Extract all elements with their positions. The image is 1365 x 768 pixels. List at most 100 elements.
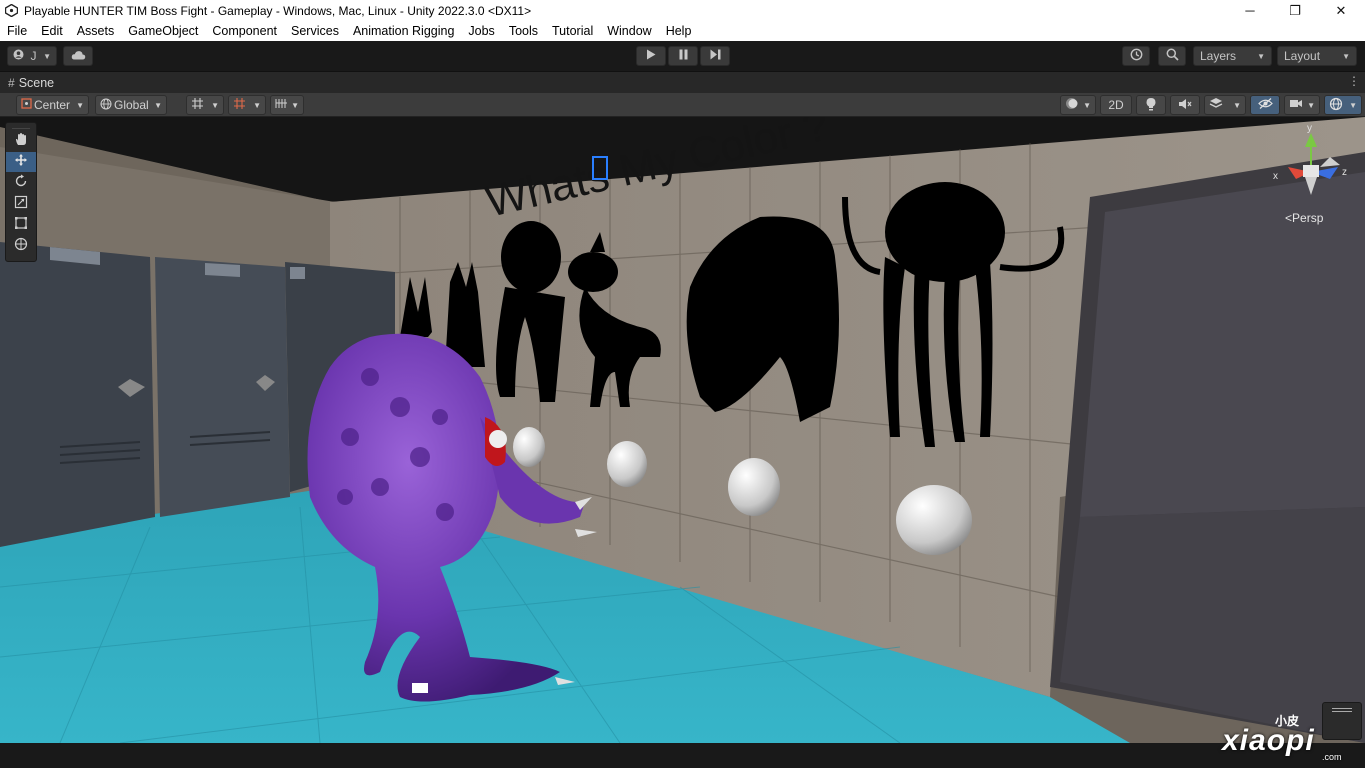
- close-button[interactable]: ✕: [1318, 0, 1364, 21]
- pause-icon: [679, 49, 688, 63]
- chevron-down-icon: ▼: [154, 100, 162, 110]
- pivot-icon: [21, 98, 32, 112]
- cloud-button[interactable]: [63, 46, 93, 66]
- snap-settings-dropdown[interactable]: ▼: [270, 95, 304, 115]
- overlay-menu-button[interactable]: [1322, 702, 1362, 740]
- menu-edit[interactable]: Edit: [34, 21, 70, 41]
- chevron-down-icon: ▼: [253, 100, 261, 110]
- rotate-tool-button[interactable]: [6, 173, 36, 193]
- globe-icon: [100, 98, 112, 113]
- grid-snap-icon: [191, 97, 204, 113]
- increment-snap-dropdown[interactable]: ▼: [228, 95, 266, 115]
- menu-file[interactable]: File: [0, 21, 34, 41]
- tool-palette-handle[interactable]: [12, 123, 30, 129]
- scene-visibility-toggle[interactable]: [1250, 95, 1280, 115]
- history-icon: [1130, 48, 1143, 64]
- menu-gameobject[interactable]: GameObject: [121, 21, 205, 41]
- play-icon: [646, 49, 656, 63]
- hand-tool-icon: [14, 132, 28, 151]
- egg-object[interactable]: [607, 441, 647, 487]
- projection-toggle[interactable]: <Persp: [1285, 211, 1323, 225]
- scene-tab-bar: # Scene ⋮: [0, 72, 1365, 93]
- status-bar: [0, 743, 1365, 768]
- scene-viewport[interactable]: Whats My Color ? y x z: [0, 117, 1365, 743]
- move-tool-button[interactable]: [6, 152, 36, 172]
- layout-label: Layout: [1284, 49, 1321, 63]
- account-dropdown[interactable]: J ▼: [7, 46, 57, 66]
- menu-services[interactable]: Services: [284, 21, 346, 41]
- step-button[interactable]: [700, 46, 730, 66]
- watermark-logo: xiaopi: [1222, 724, 1315, 757]
- title-bar: Playable HUNTER TIM Boss Fight - Gamepla…: [0, 0, 1365, 21]
- projection-label: Persp: [1292, 211, 1324, 225]
- egg-object[interactable]: [728, 458, 780, 516]
- camera-icon: [1289, 98, 1303, 112]
- search-button[interactable]: [1158, 46, 1186, 66]
- menu-help[interactable]: Help: [659, 21, 699, 41]
- menu-assets[interactable]: Assets: [70, 21, 122, 41]
- minimize-button[interactable]: ─: [1227, 0, 1273, 21]
- scene-toolbar: Center ▼ Global ▼ ▼ ▼ ▼ ▼ 2D ▼ ▼ ▼: [0, 93, 1365, 117]
- gizmo-globe-icon: [1329, 97, 1343, 114]
- pivot-label: Center: [34, 98, 71, 112]
- pivot-mode-dropdown[interactable]: Center ▼: [16, 95, 89, 115]
- chevron-down-icon: ▼: [1233, 100, 1241, 110]
- chevron-down-icon: ▼: [1349, 100, 1357, 110]
- menu-bar: File Edit Assets GameObject Component Se…: [0, 21, 1365, 41]
- step-icon: [710, 49, 721, 63]
- layers-label: Layers: [1200, 49, 1237, 63]
- effects-dropdown[interactable]: ▼: [1204, 95, 1246, 115]
- account-label: J: [30, 49, 37, 63]
- space-label: Global: [114, 98, 149, 112]
- scene-camera-dropdown[interactable]: ▼: [1284, 95, 1320, 115]
- toggle-2d-button[interactable]: 2D: [1100, 95, 1132, 115]
- chevron-down-icon: ▼: [291, 100, 299, 110]
- move-tool-icon: [14, 153, 28, 172]
- layout-dropdown[interactable]: Layout ▼: [1277, 46, 1357, 66]
- rect-tool-button[interactable]: [6, 215, 36, 235]
- shading-mode-dropdown[interactable]: ▼: [1060, 95, 1096, 115]
- chevron-down-icon: ▼: [1342, 51, 1350, 61]
- scale-tool-icon: [14, 195, 28, 214]
- chevron-down-icon: ▼: [1083, 100, 1091, 110]
- lighting-toggle[interactable]: [1136, 95, 1166, 115]
- menu-window[interactable]: Window: [600, 21, 658, 41]
- layers-dropdown[interactable]: Layers ▼: [1193, 46, 1272, 66]
- light-bulb-icon: [1145, 97, 1157, 114]
- transform-tool-button[interactable]: [6, 236, 36, 256]
- tab-scene[interactable]: Scene: [19, 76, 54, 90]
- gizmo-x-label: x: [1273, 171, 1278, 182]
- menu-tutorial[interactable]: Tutorial: [545, 21, 600, 41]
- layers-stack-icon: [1209, 97, 1223, 113]
- hand-tool-button[interactable]: [6, 131, 36, 151]
- chevron-down-icon: ▼: [1307, 100, 1315, 110]
- chevron-down-icon: ▼: [1257, 51, 1265, 61]
- unity-logo-icon: [4, 4, 18, 18]
- egg-object[interactable]: [513, 427, 545, 467]
- chevron-left-icon: <: [1285, 211, 1293, 225]
- scene-hash-icon: #: [8, 75, 15, 90]
- menu-component[interactable]: Component: [205, 21, 284, 41]
- account-icon: [13, 49, 24, 63]
- grid-snap-dropdown[interactable]: ▼: [186, 95, 224, 115]
- shading-sphere-icon: [1065, 97, 1078, 113]
- undo-history-button[interactable]: [1122, 46, 1150, 66]
- window-title: Playable HUNTER TIM Boss Fight - Gamepla…: [24, 3, 532, 18]
- gizmo-y-label: y: [1307, 123, 1312, 134]
- eye-hidden-icon: [1257, 98, 1273, 112]
- menu-animation-rigging[interactable]: Animation Rigging: [346, 21, 461, 41]
- scale-tool-button[interactable]: [6, 194, 36, 214]
- play-button[interactable]: [636, 46, 666, 66]
- space-mode-dropdown[interactable]: Global ▼: [95, 95, 167, 115]
- menu-tools[interactable]: Tools: [502, 21, 545, 41]
- pause-button[interactable]: [668, 46, 698, 66]
- gizmos-dropdown[interactable]: ▼: [1324, 95, 1362, 115]
- tab-menu-icon[interactable]: ⋮: [1348, 74, 1360, 88]
- search-icon: [1166, 48, 1179, 64]
- menu-jobs[interactable]: Jobs: [461, 21, 501, 41]
- restore-button[interactable]: ❐: [1272, 0, 1318, 21]
- audio-toggle[interactable]: [1170, 95, 1200, 115]
- chevron-down-icon: ▼: [43, 51, 51, 61]
- egg-object[interactable]: [896, 485, 972, 555]
- tool-palette: [5, 122, 37, 262]
